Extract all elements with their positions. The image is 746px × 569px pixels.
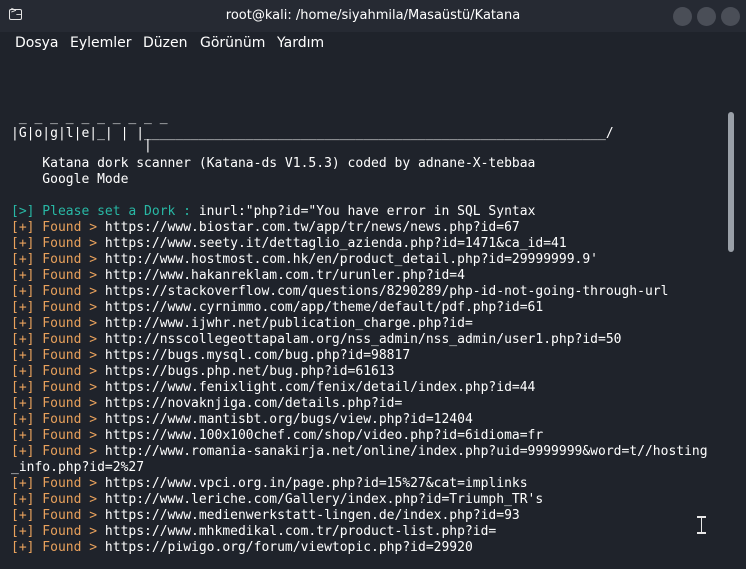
result-url: https://www.mantisbt.org/bugs/view.php?i… xyxy=(104,412,473,427)
result-line: [+] Found > http://www.leriche.com/Galle… xyxy=(11,492,543,508)
found-label: [+] Found > xyxy=(11,332,105,347)
result-url: http://www.romania-sanakirja.net/online/… xyxy=(104,444,708,459)
result-url: https://www.medienwerkstatt-lingen.de/in… xyxy=(104,508,520,523)
result-line: [+] Found > https://bugs.php.net/bug.php… xyxy=(11,364,395,380)
result-line: [+] Found > https://www.fenixlight.com/f… xyxy=(11,380,535,396)
minimize-button[interactable] xyxy=(673,7,692,26)
title-bar: >_ root@kali: /home/siyahmila/Masaüstü/K… xyxy=(0,0,746,32)
result-url: http://www.leriche.com/Gallery/index.php… xyxy=(104,492,544,507)
found-label: [+] Found > xyxy=(11,428,105,443)
result-line: [+] Found > https://novaknjiga.com/detai… xyxy=(11,396,402,412)
menu-duzen[interactable]: Düzen xyxy=(143,35,188,51)
result-line: [+] Found > http://www.ijwhr.net/publica… xyxy=(11,316,473,332)
dork-prompt-label: [>] Please set a Dork : xyxy=(11,204,199,219)
menu-eylemler[interactable]: Eylemler xyxy=(70,35,132,51)
result-line: [+] Found > https://stackoverflow.com/qu… xyxy=(11,284,668,300)
scrollbar-thumb[interactable] xyxy=(728,112,734,252)
result-line: [+] Found > https://www.mantisbt.org/bug… xyxy=(11,412,473,428)
result-line: [+] Found > https://www.medienwerkstatt-… xyxy=(11,508,520,524)
result-line: [+] Found > https://bugs.mysql.com/bug.p… xyxy=(11,348,410,364)
banner-line: Google Mode xyxy=(11,172,129,187)
result-url: https://www.cyrnimmo.com/app/theme/defau… xyxy=(104,300,544,315)
found-label: [+] Found > xyxy=(11,380,105,395)
close-button[interactable] xyxy=(721,7,740,26)
dork-input-value: inurl:"php?id="You have error in SQL Syn… xyxy=(198,204,536,219)
result-line: [+] Found > http://nsscollegeottapalam.o… xyxy=(11,332,621,348)
result-url: https://www.mhkmedikal.com.tr/product-li… xyxy=(104,524,497,539)
result-line: [+] Found > https://www.100x100chef.com/… xyxy=(11,428,543,444)
found-label: [+] Found > xyxy=(11,316,105,331)
result-url: https://www.biostar.com.tw/app/tr/news/n… xyxy=(104,220,520,235)
found-label: [+] Found > xyxy=(11,236,105,251)
found-label: [+] Found > xyxy=(11,476,105,491)
result-line: [+] Found > https://piwigo.org/forum/vie… xyxy=(11,540,473,556)
found-label: [+] Found > xyxy=(11,300,105,315)
text-cursor-icon xyxy=(697,516,706,534)
found-label: [+] Found > xyxy=(11,540,105,555)
result-url: http://nsscollegeottapalam.org/nss_admin… xyxy=(104,332,622,347)
menu-gorunum[interactable]: Görünüm xyxy=(200,35,265,51)
found-label: [+] Found > xyxy=(11,268,105,283)
menu-dosya[interactable]: Dosya xyxy=(15,35,59,51)
result-url: https://bugs.mysql.com/bug.php?id=98817 xyxy=(104,348,411,363)
banner-line: _ _ _ _ _ _ _ _ _ _ xyxy=(11,110,176,125)
result-url: https://www.seety.it/dettaglio_azienda.p… xyxy=(104,236,567,251)
result-url: https://www.fenixlight.com/fenix/detail/… xyxy=(104,380,536,395)
result-line: [+] Found > https://www.vpci.org.in/page… xyxy=(11,476,528,492)
result-line: [+] Found > http://www.hostmost.com.hk/e… xyxy=(11,252,598,268)
result-url: https://stackoverflow.com/questions/8290… xyxy=(104,284,669,299)
result-line: [+] Found > https://www.mhkmedikal.com.t… xyxy=(11,524,496,540)
result-url: http://www.hakanreklam.com.tr/urunler.ph… xyxy=(104,268,465,283)
menu-yardim[interactable]: Yardım xyxy=(277,35,324,51)
result-line-wrap: _info.php?id=2%27 xyxy=(11,460,145,475)
found-label: [+] Found > xyxy=(11,444,105,459)
terminal-window: >_ root@kali: /home/siyahmila/Masaüstü/K… xyxy=(0,0,746,569)
result-url: https://piwigo.org/forum/viewtopic.php?i… xyxy=(104,540,473,555)
result-url: https://novaknjiga.com/details.php?id= xyxy=(104,396,403,411)
found-label: [+] Found > xyxy=(11,252,105,267)
result-line: [+] Found > https://www.cyrnimmo.com/app… xyxy=(11,300,543,316)
banner-line: | xyxy=(11,138,152,153)
found-label: [+] Found > xyxy=(11,412,105,427)
found-label: [+] Found > xyxy=(11,284,105,299)
found-label: [+] Found > xyxy=(11,396,105,411)
window-title: root@kali: /home/siyahmila/Masaüstü/Kata… xyxy=(225,8,521,23)
found-label: [+] Found > xyxy=(11,524,105,539)
result-url: https://www.vpci.org.in/page.php?id=15%2… xyxy=(104,476,528,491)
found-label: [+] Found > xyxy=(11,364,105,379)
found-label: [+] Found > xyxy=(11,508,105,523)
maximize-button[interactable] xyxy=(697,7,716,26)
menu-bar: Dosya Eylemler Düzen Görünüm Yardım xyxy=(0,32,746,56)
result-url: https://bugs.php.net/bug.php?id=61613 xyxy=(104,364,395,379)
result-url: http://www.ijwhr.net/publication_charge.… xyxy=(104,316,473,331)
result-url: http://www.hostmost.com.hk/en/product_de… xyxy=(104,252,599,267)
found-label: [+] Found > xyxy=(11,492,105,507)
result-line: [+] Found > https://www.seety.it/dettagl… xyxy=(11,236,567,252)
result-line: [+] Found > http://www.romania-sanakirja… xyxy=(11,444,708,460)
banner-line: Katana dork scanner (Katana-ds V1.5.3) c… xyxy=(11,156,536,171)
found-label: [+] Found > xyxy=(11,348,105,363)
result-line: [+] Found > http://www.hakanreklam.com.t… xyxy=(11,268,465,284)
terminal-output[interactable]: _ _ _ _ _ _ _ _ _ _ |G|o|g|l|e|_| | |___… xyxy=(0,56,746,569)
result-line: [+] Found > https://www.biostar.com.tw/a… xyxy=(11,220,520,236)
found-label: [+] Found > xyxy=(11,220,105,235)
result-url: https://www.100x100chef.com/shop/video.p… xyxy=(104,428,544,443)
dork-prompt-line: [>] Please set a Dork : inurl:"php?id="Y… xyxy=(11,204,535,220)
